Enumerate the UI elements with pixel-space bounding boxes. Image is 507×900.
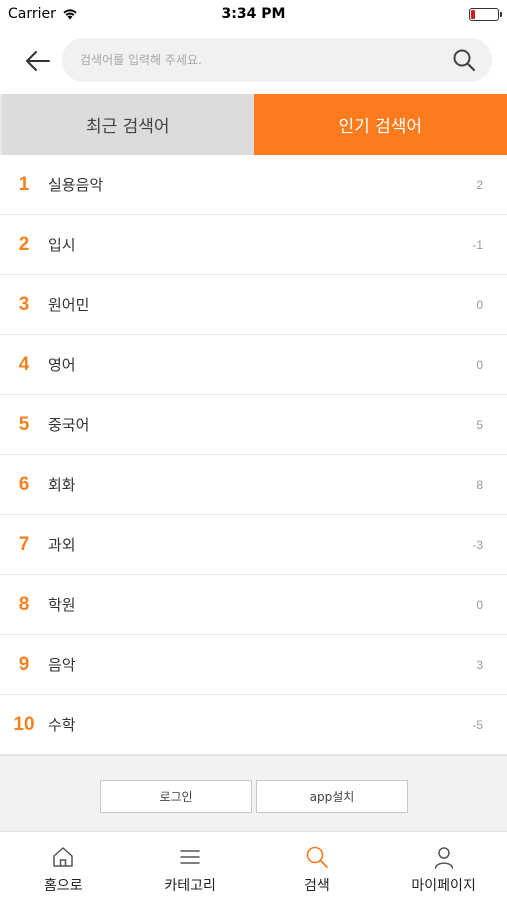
- rank-number: 5: [18, 413, 30, 435]
- keyword-label: 과외: [48, 536, 76, 554]
- popular-keyword-list: 1 실용음악 2 2 입시 -1 3 원어민 0 4 영어 0 5 중국어 5 …: [0, 155, 507, 755]
- rank-change: 3: [476, 657, 483, 672]
- rank-number: 10: [13, 713, 35, 735]
- search-input[interactable]: [80, 38, 440, 82]
- list-item[interactable]: 10 수학 -5: [0, 695, 507, 755]
- keyword-label: 영어: [48, 356, 76, 374]
- rank-number: 3: [18, 293, 30, 315]
- rank-number: 4: [18, 353, 30, 375]
- keyword-label: 학원: [48, 596, 76, 614]
- nav-label-search: 검색: [303, 878, 330, 894]
- status-bar: Carrier 3:34 PM: [0, 0, 507, 30]
- list-item[interactable]: 3 원어민 0: [0, 275, 507, 335]
- nav-label-category: 카테고리: [164, 878, 216, 894]
- battery-icon: [469, 8, 502, 21]
- rank-change: 5: [476, 417, 483, 432]
- rank-number: 1: [18, 173, 30, 195]
- list-item[interactable]: 2 입시 -1: [0, 215, 507, 275]
- list-item[interactable]: 4 영어 0: [0, 335, 507, 395]
- search-header: [0, 30, 507, 92]
- list-item[interactable]: 7 과외 -3: [0, 515, 507, 575]
- search-icon: [453, 49, 476, 72]
- keyword-label: 음악: [48, 656, 76, 674]
- search-icon: [304, 844, 330, 870]
- nav-item-mypage[interactable]: 마이페이지: [380, 832, 507, 900]
- app-install-button[interactable]: app설치: [256, 780, 408, 813]
- tab-recent-searches[interactable]: 최근 검색어: [0, 94, 254, 155]
- nav-label-mypage: 마이페이지: [411, 878, 476, 894]
- rank-change: 8: [476, 477, 483, 492]
- list-item[interactable]: 6 회화 8: [0, 455, 507, 515]
- footer-area: 로그인 app설치: [0, 755, 507, 831]
- login-button[interactable]: 로그인: [100, 780, 252, 813]
- nav-label-home: 홈으로: [44, 878, 83, 894]
- home-icon: [50, 844, 76, 870]
- search-tabs: 최근 검색어 인기 검색어: [0, 94, 507, 155]
- rank-change: -5: [472, 717, 483, 732]
- battery-level: [471, 10, 475, 19]
- back-arrow-icon: [26, 51, 50, 71]
- list-item[interactable]: 5 중국어 5: [0, 395, 507, 455]
- menu-icon: [177, 844, 203, 870]
- keyword-label: 실용음악: [48, 176, 104, 194]
- list-item[interactable]: 9 음악 3: [0, 635, 507, 695]
- keyword-label: 수학: [48, 716, 76, 734]
- rank-change: 0: [476, 597, 483, 612]
- rank-change: 0: [476, 357, 483, 372]
- keyword-label: 입시: [48, 236, 76, 254]
- rank-change: -1: [472, 237, 483, 252]
- rank-number: 7: [18, 533, 30, 555]
- rank-number: 8: [18, 593, 30, 615]
- rank-number: 6: [18, 473, 30, 495]
- search-box: [62, 38, 492, 82]
- keyword-label: 회화: [48, 476, 76, 494]
- keyword-label: 원어민: [48, 296, 90, 314]
- back-button[interactable]: [18, 43, 58, 79]
- nav-item-search[interactable]: 검색: [254, 832, 381, 900]
- search-button[interactable]: [450, 46, 478, 74]
- list-item[interactable]: 8 학원 0: [0, 575, 507, 635]
- nav-item-category[interactable]: 카테고리: [127, 832, 254, 900]
- rank-number: 2: [18, 233, 30, 255]
- bottom-nav: 홈으로 카테고리 검색 마이페이지: [0, 831, 507, 900]
- rank-change: 0: [476, 297, 483, 312]
- list-item[interactable]: 1 실용음악 2: [0, 155, 507, 215]
- status-time: 3:34 PM: [221, 6, 286, 22]
- nav-item-home[interactable]: 홈으로: [0, 832, 127, 900]
- tab-popular-searches[interactable]: 인기 검색어: [253, 94, 507, 155]
- person-icon: [431, 844, 457, 870]
- rank-change: 2: [476, 177, 483, 192]
- keyword-label: 중국어: [48, 416, 90, 434]
- rank-number: 9: [18, 653, 30, 675]
- rank-change: -3: [472, 537, 483, 552]
